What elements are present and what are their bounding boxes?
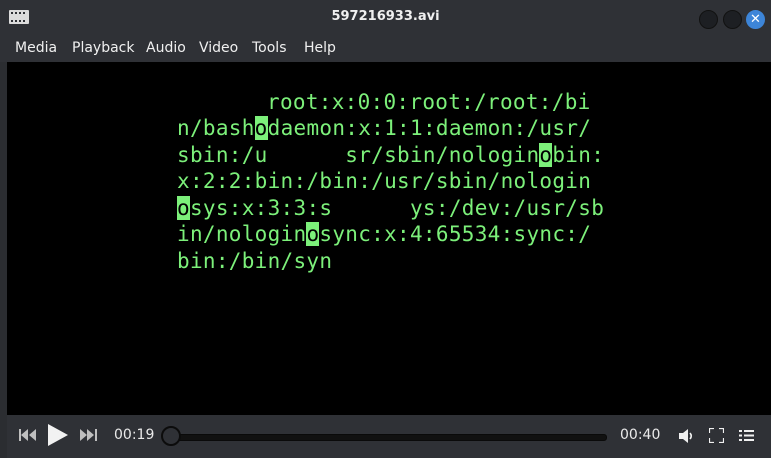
previous-icon[interactable]	[19, 429, 37, 441]
menu-bar: Media Playback Audio Video Tools Help	[0, 36, 771, 62]
close-button[interactable]: ✕	[746, 10, 765, 29]
menu-media[interactable]: Media	[15, 40, 57, 56]
fullscreen-icon[interactable]	[709, 428, 724, 443]
terminal-text: root:x:0:0:root:/root:/bi n/bashodaemon:x…	[177, 62, 617, 327]
menu-audio[interactable]: Audio	[146, 40, 186, 56]
volume-icon[interactable]	[679, 428, 695, 444]
playback-controls: 00:19 00:40	[7, 415, 771, 458]
terminal-line: osys:x:3:3:s ys:/dev:/usr/sb	[177, 195, 605, 220]
video-frame[interactable]: root:x:0:0:root:/root:/bi n/bashodaemon:x…	[7, 62, 771, 415]
menu-video[interactable]: Video	[199, 40, 238, 56]
terminal-line: n/bashodaemon:x:1:1:daemon:/usr/	[177, 116, 592, 140]
terminal-line: x:2:2:bin:/bin:/usr/sbin/nologin	[177, 169, 592, 193]
minimize-button[interactable]	[699, 10, 718, 29]
newline-marker: o	[539, 142, 553, 167]
menu-help[interactable]: Help	[304, 40, 336, 56]
playlist-icon[interactable]	[739, 429, 754, 442]
window-title: 597216933.avi	[331, 9, 440, 24]
menu-playback[interactable]: Playback	[72, 40, 134, 56]
elapsed-time: 00:19	[114, 427, 155, 443]
close-icon: ✕	[750, 12, 761, 27]
newline-marker: o	[306, 222, 320, 246]
menu-tools[interactable]: Tools	[252, 40, 287, 56]
next-icon[interactable]	[79, 429, 97, 441]
newline-marker: o	[177, 195, 190, 220]
seek-bar[interactable]	[170, 434, 607, 441]
terminal-line: root:x:0:0:root:/root:/bi	[267, 89, 591, 114]
seek-handle[interactable]	[161, 426, 181, 446]
media-player-window: 597216933.avi ✕ Media Playback Audio Vid…	[0, 0, 771, 458]
terminal-line: in/nologinosync:x:4:65534:sync:/	[177, 222, 592, 246]
terminal-line: sbin:/u sr/sbin/nologinobin:	[177, 142, 605, 167]
title-bar[interactable]: 597216933.avi ✕	[0, 0, 771, 36]
terminal-line: bin:/bin/syn	[177, 248, 333, 273]
maximize-button[interactable]	[723, 10, 742, 29]
newline-marker: o	[254, 116, 268, 140]
play-icon[interactable]	[48, 424, 68, 446]
total-time: 00:40	[620, 427, 661, 443]
